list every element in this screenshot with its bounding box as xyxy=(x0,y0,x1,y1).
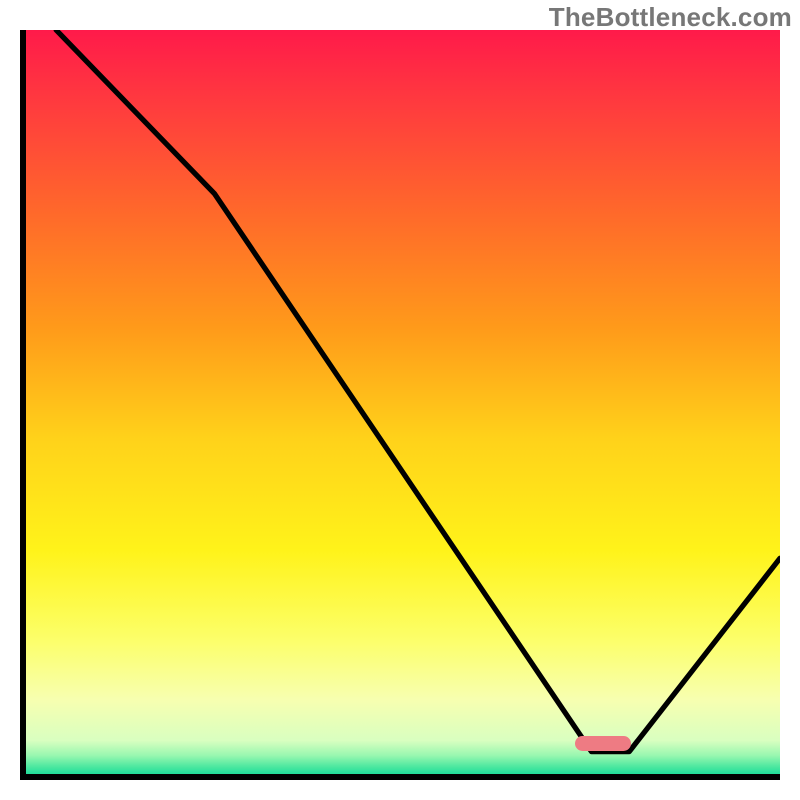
chart-container: TheBottleneck.com xyxy=(0,0,800,800)
watermark-text: TheBottleneck.com xyxy=(549,2,792,33)
curve-path xyxy=(56,30,780,752)
optimal-marker xyxy=(575,736,632,751)
bottleneck-curve xyxy=(26,30,780,774)
plot-area xyxy=(20,30,780,780)
